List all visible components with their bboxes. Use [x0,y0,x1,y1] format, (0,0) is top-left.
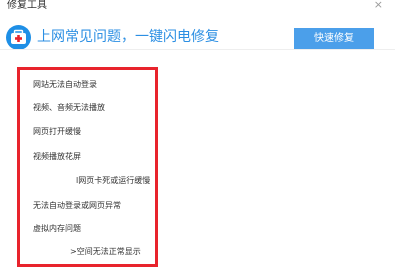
quick-fix-button[interactable]: 快速修复 [294,28,374,50]
headline: 上网常见问题，一键闪电修复 [37,29,219,45]
issue-item[interactable]: 视频、音频无法播放 [33,103,105,113]
issue-item[interactable]: >空间无法正常显示 [70,247,141,257]
window-title: 修复工具 [7,0,47,11]
issue-item[interactable]: 虚拟内存问题 [33,224,81,234]
title-bar: 修复工具 × [0,0,395,16]
header: 上网常见问题，一键闪电修复 快速修复 [0,16,395,61]
first-aid-kit-icon [6,25,31,50]
issue-item[interactable]: 网页打开缓慢 [33,127,81,137]
close-icon[interactable]: × [374,0,383,11]
repair-tool-window: 修复工具 × 上网常见问题，一键闪电修复 快速修复 网站无法自动登录 视频、音频… [0,0,395,272]
divider [0,49,395,50]
issue-item[interactable]: l网页卡死或运行缓慢 [76,176,150,186]
highlight-frame [17,67,158,267]
issue-item[interactable]: 视频播放花屏 [33,152,81,162]
issue-item[interactable]: 网站无法自动登录 [33,80,97,90]
issue-item[interactable]: 无法自动登录或网页异常 [33,201,121,211]
